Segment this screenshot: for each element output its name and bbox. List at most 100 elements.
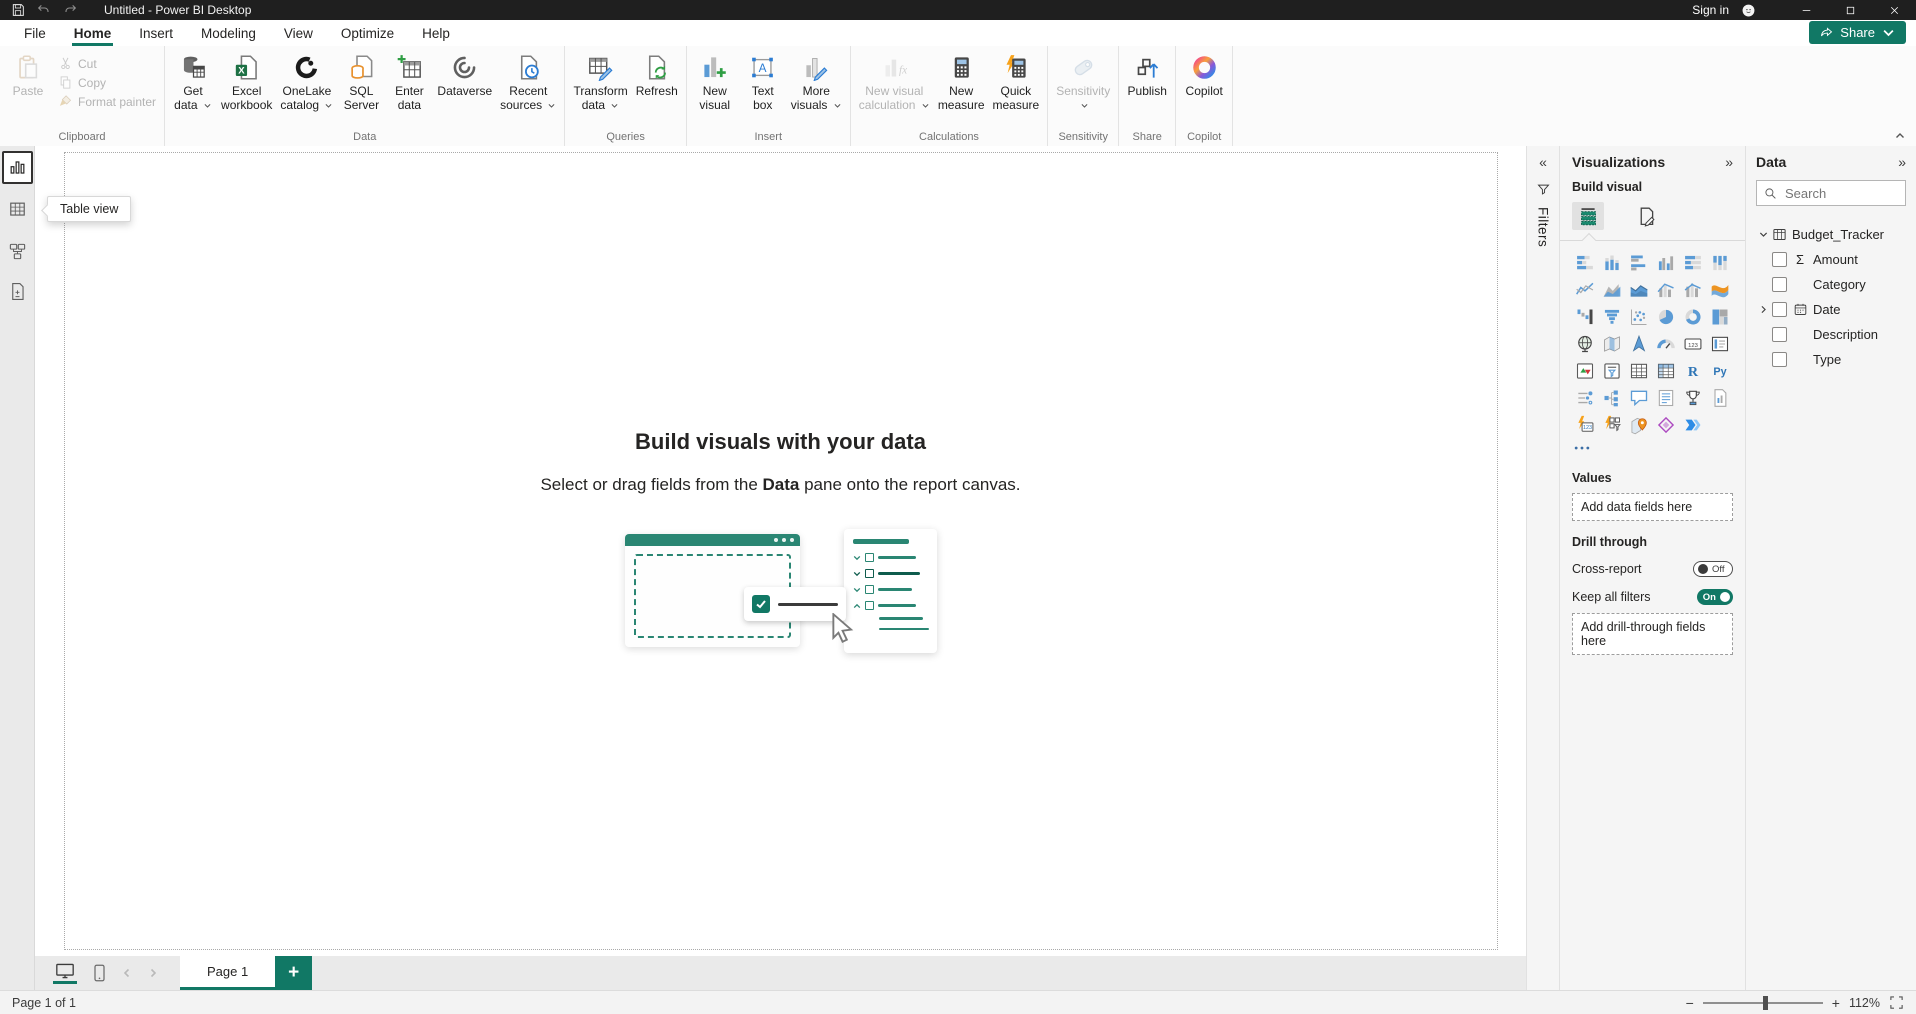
publish-button[interactable]: Publish xyxy=(1123,50,1171,98)
metrics-icon[interactable] xyxy=(1683,388,1703,408)
gauge-icon[interactable] xyxy=(1656,334,1676,354)
map-icon[interactable] xyxy=(1575,334,1595,354)
add-page-button[interactable]: + xyxy=(275,956,312,990)
100-stacked-column-chart-icon[interactable] xyxy=(1710,253,1730,273)
menu-tab-view[interactable]: View xyxy=(274,23,323,44)
stacked-area-chart-icon[interactable] xyxy=(1629,280,1649,300)
key-influencers-icon[interactable] xyxy=(1575,388,1595,408)
new-visual-button[interactable]: Newvisual xyxy=(691,50,739,112)
fit-to-page-icon[interactable] xyxy=(1889,995,1904,1010)
more-visuals-button[interactable]: Morevisuals xyxy=(787,50,846,112)
decomposition-tree-icon[interactable] xyxy=(1602,388,1622,408)
power-apps-visual-icon[interactable] xyxy=(1656,415,1676,435)
kpi-icon[interactable] xyxy=(1575,361,1595,381)
account-avatar[interactable] xyxy=(1741,3,1756,18)
filters-pane-title[interactable]: Filters xyxy=(1536,207,1551,247)
minimize-button[interactable] xyxy=(1784,0,1828,20)
funnel-chart-icon[interactable] xyxy=(1602,307,1622,327)
field-row-date[interactable]: Date xyxy=(1756,297,1906,322)
keep-all-filters-toggle[interactable]: On xyxy=(1697,589,1733,605)
search-input[interactable] xyxy=(1783,185,1898,202)
field-row-type[interactable]: Type xyxy=(1756,347,1906,372)
desktop-layout-button[interactable] xyxy=(53,962,77,984)
data-search-box[interactable] xyxy=(1756,180,1906,206)
field-checkbox-type[interactable] xyxy=(1772,352,1787,367)
undo-icon[interactable] xyxy=(36,2,52,18)
field-checkbox-category[interactable] xyxy=(1772,277,1787,292)
sql-server-button[interactable]: SQLServer xyxy=(337,50,385,112)
chevron-right-icon[interactable] xyxy=(1756,304,1770,315)
menu-tab-modeling[interactable]: Modeling xyxy=(191,23,266,44)
zoom-out-button[interactable]: − xyxy=(1686,995,1694,1011)
ribbon-chart-icon[interactable] xyxy=(1710,280,1730,300)
clustered-bar-chart-icon[interactable] xyxy=(1629,253,1649,273)
excel-workbook-button[interactable]: XExcelworkbook xyxy=(217,50,276,112)
copilot-button[interactable]: Copilot xyxy=(1180,50,1228,98)
build-visual-tab[interactable] xyxy=(1572,202,1604,230)
line-and-stacked-column-chart-icon[interactable] xyxy=(1656,280,1676,300)
text-box-button[interactable]: ATextbox xyxy=(739,50,787,112)
previous-page-arrow[interactable] xyxy=(122,968,132,978)
waterfall-chart-icon[interactable] xyxy=(1575,307,1595,327)
scatter-chart-icon[interactable] xyxy=(1629,307,1649,327)
new-visual-calculation-button[interactable]: fxNew visualcalculation xyxy=(855,50,934,112)
menu-tab-home[interactable]: Home xyxy=(64,23,122,44)
menu-tab-optimize[interactable]: Optimize xyxy=(331,23,404,44)
copy-button[interactable]: Copy xyxy=(58,75,156,90)
sidebar-item-model-view[interactable] xyxy=(3,236,31,266)
smart-narrative-icon[interactable] xyxy=(1656,388,1676,408)
collapse-visualizations-chevron[interactable]: » xyxy=(1725,154,1733,170)
field-row-description[interactable]: Description xyxy=(1756,322,1906,347)
field-checkbox-date[interactable] xyxy=(1772,302,1787,317)
slicer-new-icon[interactable] xyxy=(1602,415,1622,435)
save-icon[interactable] xyxy=(10,2,26,18)
table-icon[interactable] xyxy=(1629,361,1649,381)
zoom-slider-handle[interactable] xyxy=(1763,996,1768,1010)
page-tab[interactable]: Page 1 xyxy=(180,956,275,990)
report-canvas[interactable]: Table view Build visuals with your data … xyxy=(35,146,1526,990)
redo-icon[interactable] xyxy=(62,2,78,18)
multi-row-card-icon[interactable] xyxy=(1710,334,1730,354)
zoom-in-button[interactable]: + xyxy=(1832,995,1840,1011)
sidebar-item-dax-query-view[interactable] xyxy=(3,276,31,306)
paginated-report-icon[interactable] xyxy=(1710,388,1730,408)
sidebar-item-table-view[interactable] xyxy=(3,194,31,224)
line-chart-icon[interactable] xyxy=(1575,280,1595,300)
onelake-catalog-button[interactable]: OneLakecatalog xyxy=(276,50,337,112)
dataverse-button[interactable]: Dataverse xyxy=(433,50,496,98)
refresh-button[interactable]: Refresh xyxy=(632,50,682,98)
q-and-a-icon[interactable] xyxy=(1629,388,1649,408)
add-drill-through-well[interactable]: Add drill-through fields here xyxy=(1572,613,1733,655)
close-button[interactable] xyxy=(1872,0,1916,20)
donut-chart-icon[interactable] xyxy=(1683,307,1703,327)
card-icon[interactable]: 123 xyxy=(1683,334,1703,354)
treemap-icon[interactable] xyxy=(1710,307,1730,327)
field-checkbox-description[interactable] xyxy=(1772,327,1787,342)
collapse-data-chevron[interactable]: » xyxy=(1898,154,1906,170)
field-row-category[interactable]: Category xyxy=(1756,272,1906,297)
new-measure-button[interactable]: Newmeasure xyxy=(934,50,989,112)
mobile-layout-button[interactable] xyxy=(93,964,106,982)
stacked-column-chart-icon[interactable] xyxy=(1602,253,1622,273)
menu-tab-help[interactable]: Help xyxy=(412,23,460,44)
menu-tab-insert[interactable]: Insert xyxy=(129,23,183,44)
sidebar-item-report-view[interactable] xyxy=(2,151,33,184)
paste-button[interactable]: Paste xyxy=(4,50,52,98)
format-visual-tab[interactable] xyxy=(1630,202,1662,230)
recent-sources-button[interactable]: Recentsources xyxy=(496,50,560,112)
100-stacked-bar-chart-icon[interactable] xyxy=(1683,253,1703,273)
power-automate-visual-icon[interactable] xyxy=(1683,415,1703,435)
add-data-fields-well[interactable]: Add data fields here xyxy=(1572,493,1733,521)
enter-data-button[interactable]: Enterdata xyxy=(385,50,433,112)
filled-map-icon[interactable] xyxy=(1602,334,1622,354)
cross-report-toggle[interactable]: Off xyxy=(1693,561,1733,577)
maximize-button[interactable] xyxy=(1828,0,1872,20)
sign-in-button[interactable]: Sign in xyxy=(1692,3,1729,17)
card-new-icon[interactable]: 123 xyxy=(1575,415,1595,435)
quick-measure-button[interactable]: Quickmeasure xyxy=(989,50,1044,112)
python-visual-icon[interactable]: Py xyxy=(1710,361,1730,381)
azure-map-icon[interactable] xyxy=(1629,334,1649,354)
menu-tab-file[interactable]: File xyxy=(14,23,56,44)
table-row-budget-tracker[interactable]: Budget_Tracker xyxy=(1756,222,1906,247)
cut-button[interactable]: Cut xyxy=(58,56,156,71)
